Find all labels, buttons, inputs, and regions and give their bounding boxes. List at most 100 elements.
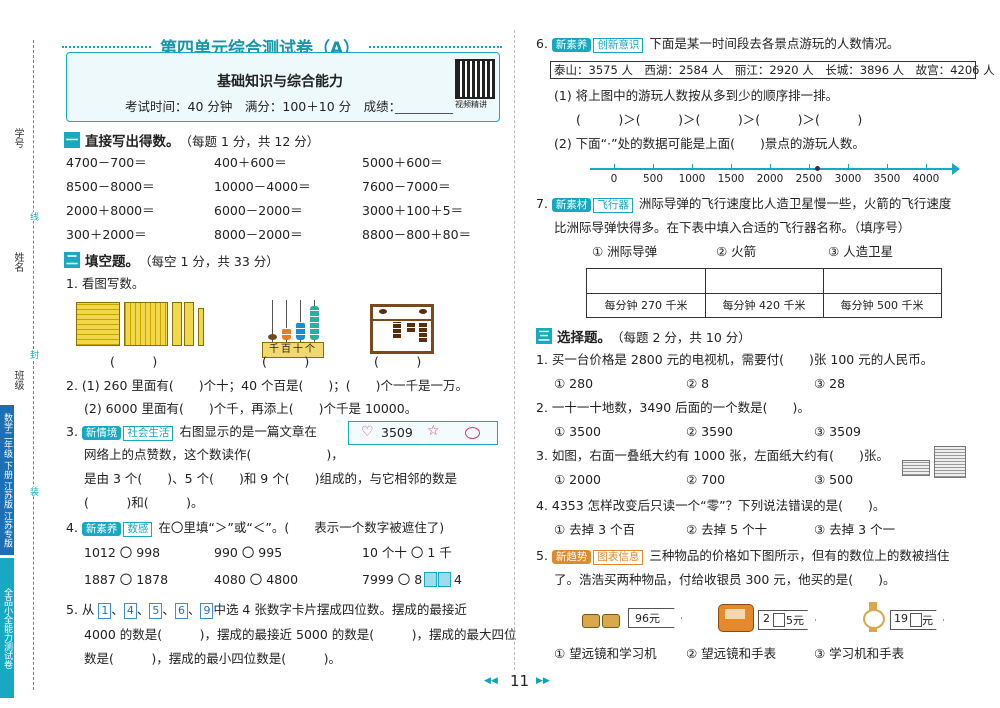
q2-3-line-1: 3. 新情境 社会生活 右图显示的是一篇文章在 xyxy=(66,424,317,441)
number-line-tick xyxy=(692,164,693,170)
xuehao-label: 学号 xyxy=(12,128,23,148)
choice-option[interactable]: ② 3590 xyxy=(686,424,733,440)
section-2-number: 二 xyxy=(64,252,80,268)
comment-icon[interactable] xyxy=(465,427,480,439)
xingming-label: 姓名 xyxy=(12,252,23,272)
learning-machine-icon xyxy=(718,604,754,632)
tag-aircraft: 飞行器 xyxy=(593,198,633,213)
number-line-tick-label: 4000 xyxy=(912,173,940,185)
compare-item[interactable]: 4080 〇 4800 xyxy=(214,572,298,588)
number-line-tick-label: 2000 xyxy=(756,173,784,185)
compare-tail: 4 xyxy=(454,572,462,587)
tag-number-sense: 数感 xyxy=(123,522,153,537)
answer-blank-abacus[interactable]: ( ) xyxy=(262,354,309,370)
large-paper-stack xyxy=(934,446,966,478)
choice-option[interactable]: ② 去掉 5 个十 xyxy=(686,522,767,538)
choice-option[interactable]: ② 8 xyxy=(686,376,709,392)
choice-option[interactable]: ① 望远镜和学习机 xyxy=(554,646,657,662)
answer-cell[interactable] xyxy=(706,269,823,293)
calc-item: 8800－800＋80＝ xyxy=(362,227,472,242)
q2-1-prompt: 1. 看图写数。 xyxy=(66,276,145,291)
price-tag-learning-machine: 2 5元 xyxy=(758,610,816,630)
page-number: 11 xyxy=(510,672,530,690)
answer-blank-bead-abacus[interactable]: ( ) xyxy=(374,354,421,370)
line-char-b: 封 xyxy=(27,350,40,359)
book-title-teal: 全品小全能力测试卷 xyxy=(0,558,14,698)
digit-card: 6 xyxy=(174,603,188,619)
q3-1-prompt: 1. 买一台价格是 2800 元的电视机，需要付( )张 100 元的人民币。 xyxy=(536,352,934,367)
digit-card: 4 xyxy=(123,603,137,619)
number-line-tick-label: 0 xyxy=(610,173,618,185)
q7-line-2: 比洲际导弹快得多。在下表中填入合适的飞行器名称。（填序号） xyxy=(554,220,911,235)
speed-cell: 每分钟 500 千米 xyxy=(840,299,924,312)
place-value-abacus: 千百十个 xyxy=(262,300,324,358)
line-char-a: 线 xyxy=(27,212,40,221)
subtitle: 基础知识与综合能力 xyxy=(217,74,343,90)
order-blanks[interactable]: ( )＞( )＞( )＞( )＞( ) xyxy=(576,112,862,128)
choice-option[interactable]: ③ 28 xyxy=(814,376,845,392)
q7-prompt: 7. 新素材 飞行器 洲际导弹的飞行速度比人造卫星慢一些，火箭的飞行速度 xyxy=(536,196,952,213)
banji-label: 班级 xyxy=(12,370,23,390)
answer-blank-blocks[interactable]: ( ) xyxy=(110,354,157,370)
q6-prompt: 6. 新素养 创新意识 下面是某一时间段去各景点游玩的人数情况。 xyxy=(536,36,900,53)
hundred-flat xyxy=(184,302,194,346)
compare-item[interactable]: 1012 〇 998 xyxy=(84,545,160,561)
compare-item[interactable]: 10 个十 〇 1 千 xyxy=(362,545,452,561)
calc-item: 6000－2000＝ xyxy=(214,203,303,218)
number-line-tick-label: 500 xyxy=(642,173,664,185)
choice-option[interactable]: ① 280 xyxy=(554,376,593,392)
choice-option[interactable]: ① 2000 xyxy=(554,472,601,488)
choice-option[interactable]: ③ 3509 xyxy=(814,424,861,440)
number-line-tick xyxy=(809,164,810,170)
thousand-cube xyxy=(124,302,168,346)
q7-option: ② 火箭 xyxy=(716,244,757,259)
calc-item: 2000＋8000＝ xyxy=(66,203,155,218)
choice-option[interactable]: ③ 500 xyxy=(814,472,853,488)
section-3-heading: 三 选择题。 （每题 2 分，共 10 分） xyxy=(536,326,751,346)
tag-social-life: 社会生活 xyxy=(123,426,174,441)
calc-item: 5000＋600＝ xyxy=(362,155,443,170)
choice-option[interactable]: ③ 学习机和手表 xyxy=(814,646,904,662)
q2-3-line-2: 网络上的点赞数，这个数读作( )， xyxy=(84,447,344,462)
number-line-tick xyxy=(887,164,888,170)
star-icon[interactable]: ☆ xyxy=(427,423,440,439)
number-line: 0 500 1000 1500 2000 2500 3000 3500 4000 xyxy=(590,160,960,190)
tag-chart-info: 图表信息 xyxy=(593,550,644,565)
qr-code[interactable] xyxy=(455,59,495,99)
compare-item[interactable]: 1887 〇 1878 xyxy=(84,572,168,588)
compare-item[interactable]: 990 〇 995 xyxy=(214,545,282,561)
visitor-table: 泰山：3575 人 西湖：2584 人 丽江：2920 人 长城：3896 人 … xyxy=(550,61,995,79)
heart-icon[interactable]: ♡ xyxy=(361,424,374,440)
choice-option[interactable]: ① 去掉 3 个百 xyxy=(554,522,635,538)
digit-card: 9 xyxy=(200,603,214,619)
compare-item[interactable]: 7999 〇 8 xyxy=(362,572,422,588)
thousand-cube xyxy=(76,302,120,346)
number-line-tick xyxy=(926,164,927,170)
number-line-tick-label: 3500 xyxy=(873,173,901,185)
number-line-tick xyxy=(770,164,771,170)
choice-option[interactable]: ② 望远镜和手表 xyxy=(686,646,776,662)
answer-cell[interactable] xyxy=(587,269,705,293)
exam-info: 考试时间：40 分钟 满分：100＋10 分 成绩： xyxy=(125,99,402,114)
section-1-note: （每题 1 分，共 12 分） xyxy=(179,133,320,149)
calc-item: 4700－700＝ xyxy=(66,155,147,170)
aircraft-table: 每分钟 270 千米 每分钟 420 千米 每分钟 500 千米 xyxy=(586,268,942,318)
page-number-bar: ◀◀ 11 ▶▶ xyxy=(480,672,560,692)
choice-option[interactable]: ① 3500 xyxy=(554,424,601,440)
number-line-dot xyxy=(814,166,820,171)
cut-line xyxy=(33,40,34,690)
qr-caption: 视频精讲 xyxy=(455,100,487,109)
tag-new-literacy: 新素养 xyxy=(81,522,122,536)
q2-3-line-4: ( )和( )。 xyxy=(84,495,204,510)
choice-option[interactable]: ② 700 xyxy=(686,472,725,488)
like-widget: ♡ 3509 ☆ xyxy=(348,421,498,445)
hidden-digit xyxy=(438,572,451,587)
answer-cell[interactable] xyxy=(824,269,941,293)
section-3-number: 三 xyxy=(536,328,552,344)
number-line-tick xyxy=(848,164,849,170)
q2-4-prompt: 4. 新素养 数感 在〇里填“＞”或“＜”。( 表示一个数字被遮住了) xyxy=(66,520,445,537)
small-paper-stack xyxy=(902,460,930,476)
q2-5-line-1: 5. 从 1、 4、 5、 6、 9 中选 4 张数字卡片摆成四位数。摆成的最接近 xyxy=(66,602,467,619)
watch-icon xyxy=(862,602,885,632)
choice-option[interactable]: ③ 去掉 3 个一 xyxy=(814,522,895,538)
